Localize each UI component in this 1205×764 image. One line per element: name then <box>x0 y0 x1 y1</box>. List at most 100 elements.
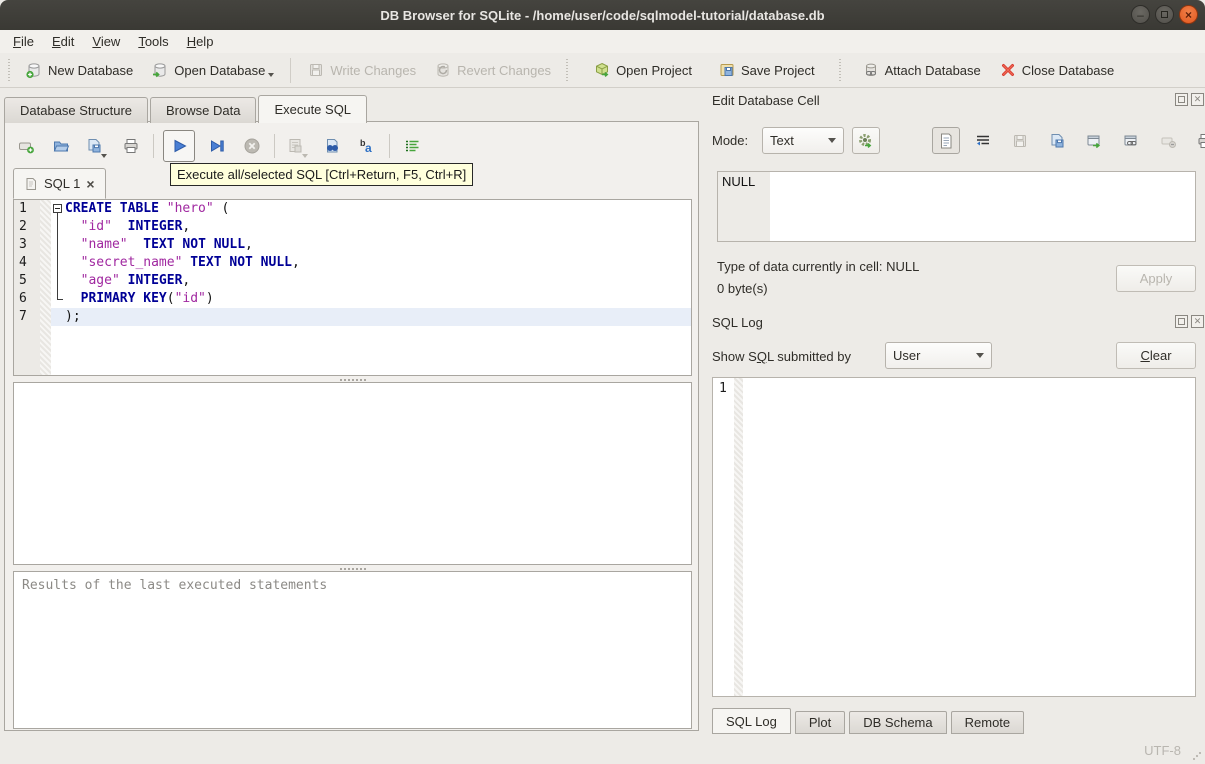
word-wrap-button[interactable] <box>969 127 997 154</box>
toolbar-drag-handle[interactable] <box>563 59 572 81</box>
log-filter-combobox[interactable]: User <box>885 342 992 369</box>
maximize-button[interactable] <box>1155 5 1174 24</box>
editor-line[interactable]: 1 CREATE TABLE "hero" ( <box>14 200 691 218</box>
mode-combobox[interactable]: Text <box>762 127 844 154</box>
menu-help[interactable]: Help <box>178 31 223 52</box>
import-cell-button[interactable] <box>1006 127 1034 154</box>
sql-document-icon <box>24 177 38 191</box>
autocomplete-button[interactable]: ba <box>354 132 380 160</box>
editor-line[interactable]: 3 "name" TEXT NOT NULL, <box>14 236 691 254</box>
float-dock-button[interactable] <box>1175 93 1188 106</box>
open-sql-tab-button[interactable] <box>13 132 39 160</box>
open-database-dropdown-icon[interactable] <box>268 73 275 77</box>
close-dock-button[interactable]: ✕ <box>1191 93 1204 106</box>
open-external-icon <box>1085 132 1103 150</box>
open-external-button[interactable] <box>1080 127 1108 154</box>
tab-plot[interactable]: Plot <box>794 711 846 734</box>
float-dock-button[interactable] <box>1175 315 1188 328</box>
tab-sql-log[interactable]: SQL Log <box>712 708 791 734</box>
save-results-button[interactable] <box>284 132 310 160</box>
toolbar-drag-handle[interactable] <box>835 59 844 81</box>
line-number: 7 <box>19 309 27 324</box>
menu-view[interactable]: View <box>83 31 129 52</box>
search-button[interactable] <box>319 132 345 160</box>
set-null-button[interactable] <box>1154 127 1182 154</box>
editor-line[interactable]: 5 "age" INTEGER, <box>14 272 691 290</box>
menu-edit[interactable]: Edit <box>43 31 83 52</box>
fold-toggle-icon[interactable] <box>53 204 62 213</box>
close-button[interactable]: × <box>1179 5 1198 24</box>
editor-line[interactable]: 7); <box>14 308 691 326</box>
fold-margin <box>40 200 51 218</box>
cell-toolbar <box>932 127 1205 154</box>
stop-button[interactable] <box>239 132 265 160</box>
clear-log-button[interactable]: Clear <box>1116 342 1196 369</box>
sql-file-tab[interactable]: SQL 1 × <box>13 168 106 199</box>
line-number: 5 <box>19 273 27 288</box>
log-fold-margin <box>734 378 743 696</box>
cell-value-editor[interactable]: NULL <box>717 171 1196 242</box>
mode-value: Text <box>770 133 794 148</box>
save-sql-file-button[interactable] <box>83 132 109 160</box>
resize-grip[interactable] <box>1193 752 1201 760</box>
close-icon: ✕ <box>1193 316 1202 326</box>
results-placeholder-text: Results of the last executed statements <box>22 578 328 593</box>
menu-file[interactable]: File <box>4 31 43 52</box>
open-sql-file-button[interactable] <box>48 132 74 160</box>
editor-line[interactable]: 6 PRIMARY KEY("id") <box>14 290 691 308</box>
apply-button[interactable]: Apply <box>1116 265 1196 292</box>
save-project-button[interactable]: Save Project <box>709 57 824 83</box>
close-tab-icon[interactable]: × <box>86 177 94 191</box>
save-sql-dropdown-icon[interactable] <box>101 154 107 158</box>
tab-browse-data[interactable]: Browse Data <box>150 97 257 123</box>
attach-database-button[interactable]: Attach Database <box>853 57 990 83</box>
results-message-pane[interactable]: Results of the last executed statements <box>13 571 692 729</box>
svg-text:a: a <box>365 141 372 155</box>
toolbar-separator <box>274 134 275 158</box>
binoculars-icon <box>323 137 341 155</box>
sql-tab-label: SQL 1 <box>44 176 81 191</box>
open-database-button[interactable]: Open Database <box>142 57 283 83</box>
results-grid-pane[interactable] <box>13 382 692 565</box>
close-database-button[interactable]: Close Database <box>990 57 1124 83</box>
open-database-icon <box>151 61 169 79</box>
link-icon <box>1122 132 1140 150</box>
sql-log-dock-buttons: ✕ <box>1175 315 1204 328</box>
execute-sql-panel: ba SQL 1 × 1 CREATE TABLE "hero" (2 "id" … <box>4 121 699 731</box>
tab-db-schema[interactable]: DB Schema <box>849 711 947 734</box>
editor-line[interactable]: 4 "secret_name" TEXT NOT NULL, <box>14 254 691 272</box>
minimize-button[interactable]: – <box>1131 5 1150 24</box>
print-cell-button[interactable] <box>1191 127 1205 154</box>
new-database-button[interactable]: New Database <box>16 57 142 83</box>
export-cell-button[interactable] <box>1043 127 1071 154</box>
editor-line[interactable]: 2 "id" INTEGER, <box>14 218 691 236</box>
toolbar-drag-handle[interactable] <box>5 59 13 81</box>
toolbar-separator <box>290 57 292 83</box>
copy-link-button[interactable] <box>1117 127 1145 154</box>
open-project-button[interactable]: Open Project <box>584 57 701 83</box>
sql-code-editor[interactable]: 1 CREATE TABLE "hero" (2 "id" INTEGER, 3 "… <box>13 199 692 376</box>
tab-database-structure[interactable]: Database Structure <box>4 97 149 123</box>
menu-tools[interactable]: Tools <box>129 31 177 52</box>
titlebar[interactable]: DB Browser for SQLite - /home/user/code/… <box>0 0 1205 30</box>
write-changes-button[interactable]: Write Changes <box>298 57 425 83</box>
line-number: 3 <box>19 237 27 252</box>
fold-margin <box>40 272 51 290</box>
tab-remote[interactable]: Remote <box>950 711 1025 734</box>
execute-line-button[interactable] <box>204 132 230 160</box>
auto-switch-mode-button[interactable] <box>852 127 880 154</box>
sql-log-view[interactable]: 1 <box>712 377 1196 697</box>
code-text: CREATE TABLE "hero" ( <box>65 201 230 216</box>
revert-changes-button[interactable]: Revert Changes <box>425 57 560 83</box>
document-view-button[interactable] <box>932 127 960 154</box>
print-sql-button[interactable] <box>118 132 144 160</box>
cell-size-info: 0 byte(s) <box>717 281 768 296</box>
print-icon <box>122 137 140 155</box>
tab-execute-sql[interactable]: Execute SQL <box>258 95 368 123</box>
close-dock-button[interactable]: ✕ <box>1191 315 1204 328</box>
execute-all-button[interactable] <box>163 130 195 162</box>
set-null-icon <box>1159 132 1177 150</box>
format-sql-button[interactable] <box>399 132 425 160</box>
write-changes-icon <box>307 61 325 79</box>
open-sql-file-icon <box>52 137 70 155</box>
